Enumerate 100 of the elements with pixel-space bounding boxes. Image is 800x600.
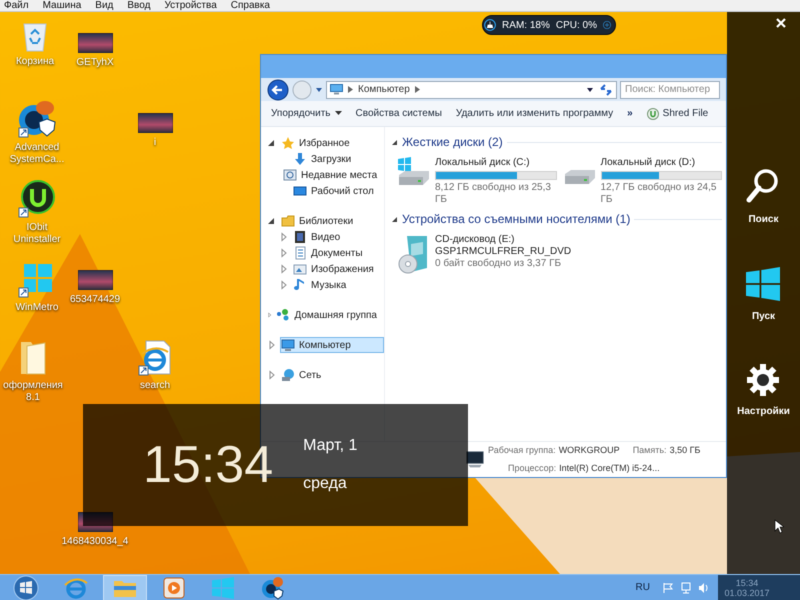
desktop-icon bbox=[293, 184, 307, 198]
nav-item[interactable]: Библиотеки bbox=[280, 213, 360, 229]
star-icon bbox=[281, 136, 295, 150]
recent-icon bbox=[283, 168, 297, 182]
menu-item[interactable]: Устройства bbox=[164, 0, 217, 10]
address-text: Компьютер bbox=[358, 83, 410, 97]
clock-weekday: среда bbox=[303, 474, 348, 494]
close-icon[interactable] bbox=[776, 18, 786, 28]
drive-tile[interactable]: Локальный диск (D:) 12,7 ГБ свободно из 24,5 ГБ bbox=[562, 157, 722, 206]
browser-shortcut-icon bbox=[138, 340, 172, 376]
cpu-usage: CPU: 0% bbox=[556, 18, 597, 32]
collapsed-arrow-icon[interactable] bbox=[267, 370, 277, 380]
nav-item[interactable]: Рабочий стол bbox=[292, 183, 381, 199]
expanded-arrow-icon[interactable] bbox=[267, 138, 277, 148]
drive-name: CD-дисковод (E:) bbox=[435, 234, 516, 246]
speaker-icon[interactable] bbox=[698, 582, 710, 594]
back-button[interactable] bbox=[267, 78, 289, 100]
charm-button[interactable]: Пуск bbox=[746, 267, 780, 324]
address-field[interactable]: Компьютер bbox=[326, 80, 617, 98]
windows-logo-icon bbox=[212, 576, 234, 598]
search-icon bbox=[746, 168, 780, 204]
photo-placeholder bbox=[138, 113, 172, 133]
photo-placeholder bbox=[78, 33, 112, 53]
chevron-right-icon bbox=[348, 86, 353, 93]
free-space-text: 0 байт свободно из 3,37 ГБ bbox=[435, 258, 562, 270]
documents-icon bbox=[293, 246, 307, 260]
toolbar-button[interactable]: Удалить или изменить программу bbox=[456, 106, 614, 121]
caret-icon[interactable] bbox=[586, 86, 594, 94]
detail-value: 3,50 ГБ bbox=[670, 444, 700, 457]
toolbar-button[interactable]: Свойства системы bbox=[356, 106, 442, 121]
media-player-icon bbox=[163, 576, 185, 598]
free-space-text: 12,7 ГБ свободно из 24,5 ГБ bbox=[600, 182, 718, 206]
browser-icon bbox=[64, 576, 88, 598]
search-field[interactable]: Поиск: Компьютер bbox=[620, 80, 720, 98]
nav-item[interactable]: Избранное bbox=[280, 135, 357, 151]
expanded-arrow-icon[interactable] bbox=[267, 216, 277, 226]
expanded-arrow-icon[interactable] bbox=[391, 138, 398, 146]
nav-item[interactable]: Сеть bbox=[280, 367, 328, 383]
charm-button[interactable]: Поиск bbox=[746, 168, 780, 227]
system-drive-icon bbox=[397, 157, 431, 187]
collapsed-arrow-icon[interactable] bbox=[279, 280, 289, 290]
menu-item[interactable]: Справка bbox=[230, 0, 270, 10]
nav-item[interactable]: Загрузки bbox=[292, 151, 358, 167]
mouse-cursor-icon bbox=[774, 519, 784, 534]
app-shortcut-icon bbox=[17, 98, 57, 138]
toolbar-menu[interactable]: Упорядочить bbox=[271, 106, 342, 121]
section-heading: Жесткие диски (2) bbox=[402, 134, 503, 151]
menu-item[interactable]: Машина bbox=[42, 0, 82, 10]
windows-logo-icon bbox=[746, 267, 780, 301]
volume-label: GSP1RMCULFRER_RU_DVD bbox=[435, 246, 572, 258]
collapsed-arrow-icon[interactable] bbox=[279, 232, 289, 242]
collapsed-arrow-icon[interactable] bbox=[279, 264, 289, 274]
detail-value: Intel(R) Core(TM) i5-24... bbox=[559, 462, 660, 475]
collapsed-arrow-icon[interactable] bbox=[267, 310, 272, 320]
plus-icon[interactable] bbox=[602, 19, 611, 31]
expanded-arrow-icon[interactable] bbox=[391, 216, 398, 222]
toolbar-button[interactable]: Shred File bbox=[646, 106, 708, 121]
caret-icon bbox=[334, 111, 342, 116]
computer-icon bbox=[281, 338, 295, 352]
flag-icon[interactable] bbox=[662, 582, 674, 594]
clock-time: 15:34 bbox=[143, 439, 274, 491]
nav-item[interactable]: Изображения bbox=[292, 261, 381, 277]
hard-drive-icon bbox=[562, 169, 596, 185]
menu-item[interactable]: Файл bbox=[4, 0, 29, 10]
chevron-right-icon bbox=[414, 86, 420, 93]
library-icon bbox=[281, 214, 295, 228]
homegroup-icon bbox=[276, 308, 290, 322]
menu-item[interactable]: Ввод bbox=[127, 0, 150, 10]
nav-item[interactable]: Компьютер bbox=[280, 337, 384, 353]
taskbar-date[interactable]: 01.03.2017 bbox=[724, 588, 770, 598]
collapsed-arrow-icon[interactable] bbox=[267, 340, 277, 350]
nav-item[interactable]: Документы bbox=[292, 245, 370, 261]
cleaner-app-icon bbox=[260, 576, 284, 600]
drive-name: Локальный диск (D:) bbox=[600, 157, 696, 169]
drive-name: Локальный диск (C:) bbox=[435, 157, 531, 169]
clock-date: Март, 1 bbox=[303, 436, 358, 456]
start-button[interactable] bbox=[12, 574, 40, 600]
pictures-icon bbox=[293, 262, 307, 276]
detail-value: WORKGROUP bbox=[558, 444, 620, 457]
charm-button[interactable]: Настройки bbox=[737, 364, 790, 419]
network-icon[interactable] bbox=[680, 582, 692, 594]
refresh-icon[interactable] bbox=[599, 84, 613, 96]
menu-item[interactable]: Вид bbox=[95, 0, 114, 10]
detail-label: Память: bbox=[632, 444, 667, 457]
nav-item[interactable]: Музыка bbox=[292, 277, 354, 293]
nav-item[interactable]: Видео bbox=[292, 229, 348, 245]
taskbar-time[interactable]: 15:34 bbox=[736, 578, 758, 588]
drive-tile[interactable]: CD-дисковод (E:) GSP1RMCULFRER_RU_DVD 0 байт свободно из 3,37 ГБ bbox=[397, 234, 722, 274]
computer-icon bbox=[465, 450, 485, 468]
video-icon bbox=[293, 230, 307, 244]
collapsed-arrow-icon[interactable] bbox=[279, 248, 289, 258]
settings-icon bbox=[747, 364, 780, 396]
broom-icon[interactable] bbox=[484, 16, 496, 34]
more-button[interactable]: » bbox=[627, 106, 633, 121]
detail-label: Процессор: bbox=[507, 462, 556, 475]
nav-item[interactable]: Недавние места bbox=[282, 167, 384, 183]
tray-clock[interactable]: 15:34 01.03.2017 bbox=[718, 575, 800, 600]
drive-tile[interactable]: Локальный диск (C:) 8,12 ГБ свободно из 25,3 ГБ bbox=[397, 157, 556, 206]
nav-item[interactable]: Домашняя группа bbox=[275, 307, 384, 323]
language-indicator[interactable]: RU bbox=[636, 580, 650, 595]
